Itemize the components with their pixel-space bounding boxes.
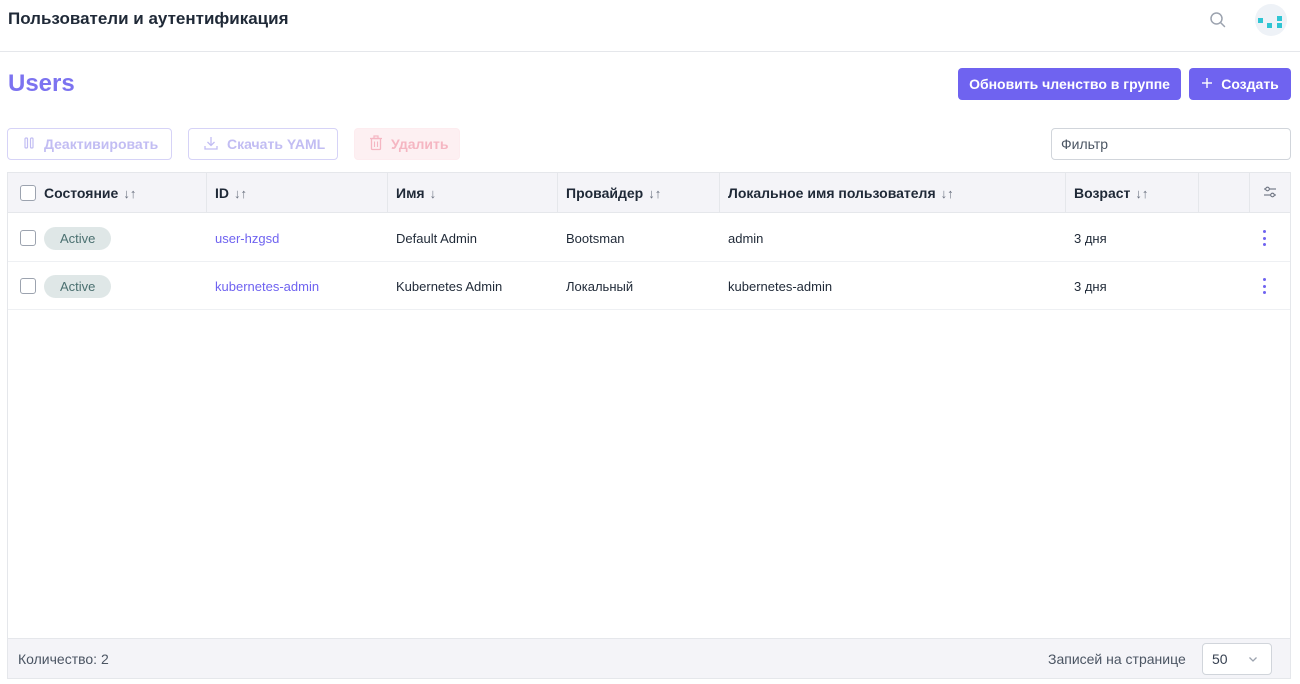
status-badge: Active [44, 226, 112, 250]
create-button[interactable]: Создать [1189, 68, 1291, 100]
status-badge: Active [44, 274, 112, 298]
app-title: Пользователи и аутентификация [8, 9, 289, 28]
per-page-value: 50 [1212, 651, 1228, 667]
deactivate-label: Деактивировать [44, 136, 159, 152]
provider-cell: Bootsman [566, 230, 625, 246]
column-name[interactable]: Имя ↓ [388, 173, 558, 213]
column-name-label: Имя [396, 185, 425, 201]
id-cell: kubernetes-admin [207, 262, 319, 310]
row-count: Количество: 2 [18, 651, 109, 667]
deactivate-button[interactable]: Деактивировать [7, 128, 172, 160]
age-cell: 3 дня [1074, 230, 1107, 246]
chevron-down-icon [1247, 652, 1259, 668]
name-cell: Kubernetes Admin [396, 278, 503, 294]
plus-icon [1201, 76, 1213, 92]
user-id-link[interactable]: user-hzgsd [215, 231, 279, 246]
download-icon [203, 135, 219, 154]
delete-button[interactable]: Удалить [354, 128, 460, 160]
create-label: Создать [1221, 76, 1279, 92]
row-checkbox[interactable] [20, 278, 36, 294]
column-provider-label: Провайдер [566, 185, 644, 201]
column-spacer [1199, 173, 1250, 213]
column-id[interactable]: ID ↓↑ [207, 173, 388, 213]
column-provider[interactable]: Провайдер ↓↑ [558, 173, 720, 213]
column-settings[interactable] [1250, 173, 1290, 213]
sort-icon: ↓↑ [234, 185, 247, 201]
column-local-username-label: Локальное имя пользователя [728, 185, 936, 201]
table-footer: Количество: 2 Записей на странице 50 [8, 638, 1290, 678]
column-state-label: Состояние [44, 185, 119, 201]
row-select-cell: Active [8, 262, 112, 310]
select-all-checkbox[interactable] [20, 185, 36, 201]
column-id-label: ID [215, 185, 229, 201]
column-age-label: Возраст [1074, 185, 1131, 201]
name-cell: Default Admin [396, 230, 477, 246]
table-row[interactable]: Active user-hzgsd Default Admin Bootsman… [8, 214, 1290, 262]
sliders-icon[interactable] [1263, 185, 1277, 202]
local-username-cell: admin [728, 230, 764, 246]
delete-label: Удалить [391, 136, 449, 152]
download-yaml-label: Скачать YAML [227, 136, 326, 152]
id-cell: user-hzgsd [207, 214, 279, 262]
age-cell: 3 дня [1074, 278, 1107, 294]
table-row[interactable]: Active kubernetes-admin Kubernetes Admin… [8, 262, 1290, 310]
users-table: Состояние ↓↑ ID ↓↑ Имя ↓ Провайдер ↓↑ Ло… [7, 172, 1291, 679]
filter-input[interactable] [1051, 128, 1291, 160]
column-state[interactable]: Состояние ↓↑ [8, 173, 207, 213]
search-icon[interactable] [1209, 11, 1227, 29]
column-age[interactable]: Возраст ↓↑ [1066, 173, 1199, 213]
column-local-username[interactable]: Локальное имя пользователя ↓↑ [720, 173, 1066, 213]
user-id-link[interactable]: kubernetes-admin [215, 279, 319, 294]
top-bar: Пользователи и аутентификация [0, 0, 1300, 52]
sort-icon: ↓↑ [1135, 185, 1149, 201]
sort-icon: ↓↑ [648, 185, 662, 201]
row-checkbox[interactable] [20, 230, 36, 246]
update-group-membership-button[interactable]: Обновить членство в группе [958, 68, 1181, 100]
trash-icon [369, 134, 383, 154]
row-select-cell: Active [8, 214, 112, 262]
provider-cell: Локальный [566, 278, 634, 294]
row-actions-icon[interactable] [1258, 228, 1270, 248]
sort-descending-icon: ↓ [429, 185, 437, 201]
row-actions-icon[interactable] [1258, 276, 1270, 296]
per-page-label: Записей на странице [1048, 651, 1186, 667]
update-group-membership-label: Обновить членство в группе [969, 76, 1170, 92]
pause-icon [22, 136, 36, 153]
local-username-cell: kubernetes-admin [728, 278, 833, 294]
sort-icon: ↓↑ [123, 185, 137, 201]
page-title: Users [8, 70, 75, 97]
logo-avatar[interactable] [1255, 4, 1287, 36]
table-header: Состояние ↓↑ ID ↓↑ Имя ↓ Провайдер ↓↑ Ло… [8, 173, 1290, 213]
per-page-select[interactable]: 50 [1202, 643, 1272, 675]
download-yaml-button[interactable]: Скачать YAML [188, 128, 338, 160]
sort-icon: ↓↑ [940, 185, 954, 201]
